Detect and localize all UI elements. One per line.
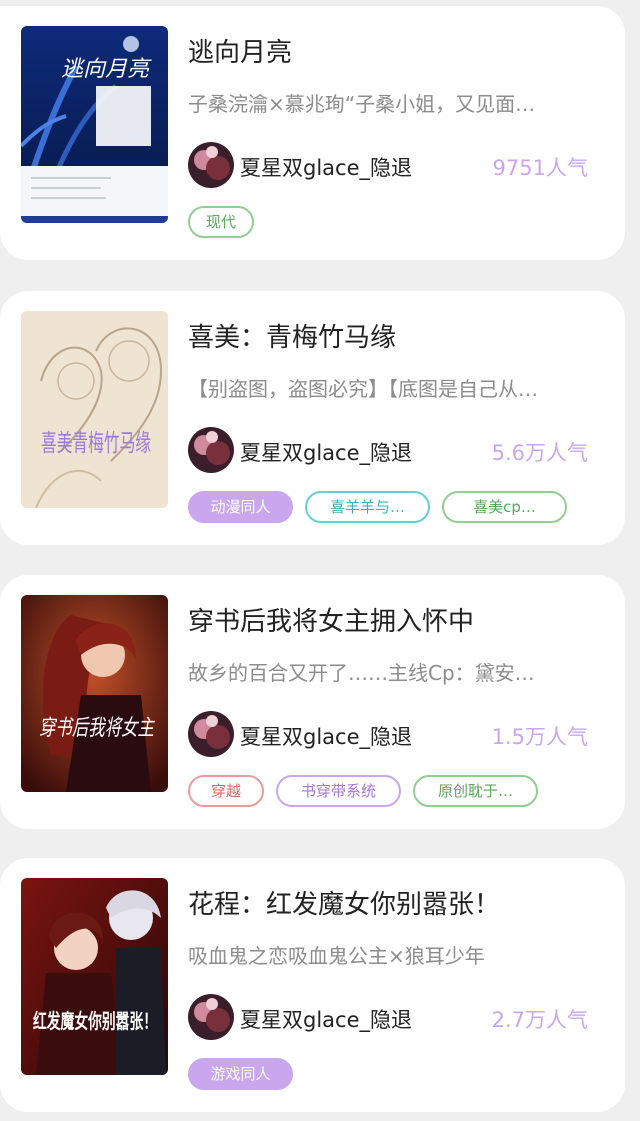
cover-title-text: 穿书后我将女主 (39, 716, 155, 741)
cover-title-text: 喜美青梅竹马缘 (41, 429, 151, 457)
book-card[interactable]: 红发魔女你别嚣张！ 花程：红发魔女你别嚣张！ 吸血鬼之恋吸血鬼公主×狼耳少年 夏… (0, 858, 625, 1112)
book-cover[interactable]: 喜美青梅竹马缘 (21, 311, 168, 508)
author-avatar[interactable] (188, 711, 234, 757)
book-description: 吸血鬼之恋吸血鬼公主×狼耳少年 (188, 944, 485, 968)
author-name[interactable]: 夏星双glace_隐退 (240, 721, 412, 751)
popularity-count: 5.6万人气 (491, 441, 588, 465)
book-card[interactable]: 喜美青梅竹马缘 喜美：青梅竹马缘 【别盗图，盗图必究】【底图是自己从… 夏星双g… (0, 291, 625, 545)
author-name[interactable]: 夏星双glace_隐退 (240, 1004, 412, 1034)
popularity-count: 1.5万人气 (491, 725, 588, 749)
author-row[interactable]: 夏星双glace_隐退 9751人气 (188, 142, 598, 188)
book-card[interactable]: 逃向月亮 逃向月亮 子桑浣瀹×慕兆珣“子桑小姐，又见面… 夏星双glace_隐退… (0, 6, 625, 260)
cover-image-night-leaves: 逃向月亮 (21, 26, 168, 223)
tag[interactable]: 喜羊羊与… (305, 491, 430, 523)
book-title[interactable]: 喜美：青梅竹马缘 (188, 317, 396, 354)
tag-list: 现代 (188, 206, 255, 238)
book-title[interactable]: 逃向月亮 (188, 32, 292, 69)
book-description: 子桑浣瀹×慕兆珣“子桑小姐，又见面… (188, 92, 536, 116)
book-feed: 逃向月亮 逃向月亮 子桑浣瀹×慕兆珣“子桑小姐，又见面… 夏星双glace_隐退… (0, 0, 640, 1121)
tag-list: 游戏同人 (188, 1058, 293, 1090)
book-cover[interactable]: 逃向月亮 (21, 26, 168, 223)
tag[interactable]: 现代 (188, 206, 255, 238)
cover-title-text: 逃向月亮 (61, 57, 152, 82)
author-avatar[interactable] (188, 427, 234, 473)
author-avatar[interactable] (188, 142, 234, 188)
book-description: 【别盗图，盗图必究】【底图是自己从… (188, 377, 538, 401)
tag-list: 动漫同人 喜羊羊与… 喜美cp… (188, 491, 567, 523)
author-name[interactable]: 夏星双glace_隐退 (240, 152, 412, 182)
tag[interactable]: 喜美cp… (442, 491, 567, 523)
cover-image-red-haired-girl: 穿书后我将女主 (21, 595, 168, 792)
author-name[interactable]: 夏星双glace_隐退 (240, 437, 412, 467)
cover-image-vampire-couple: 红发魔女你别嚣张！ (21, 878, 168, 1075)
book-description: 故乡的百合又开了……主线Cp：黛安… (188, 661, 535, 685)
book-card[interactable]: 穿书后我将女主 穿书后我将女主拥入怀中 故乡的百合又开了……主线Cp：黛安… 夏… (0, 575, 625, 829)
book-title[interactable]: 穿书后我将女主拥入怀中 (188, 601, 474, 638)
popularity-count: 2.7万人气 (491, 1008, 588, 1032)
book-cover[interactable]: 穿书后我将女主 (21, 595, 168, 792)
tag[interactable]: 穿越 (188, 775, 264, 807)
tag[interactable]: 动漫同人 (188, 491, 293, 523)
cover-title-text: 红发魔女你别嚣张！ (33, 1009, 157, 1033)
tag[interactable]: 游戏同人 (188, 1058, 293, 1090)
tag-list: 穿越 书穿带系统 原创耽于… (188, 775, 538, 807)
author-row[interactable]: 夏星双glace_隐退 5.6万人气 (188, 427, 598, 473)
popularity-count: 9751人气 (492, 156, 588, 180)
tag[interactable]: 书穿带系统 (276, 775, 401, 807)
book-cover[interactable]: 红发魔女你别嚣张！ (21, 878, 168, 1075)
author-row[interactable]: 夏星双glace_隐退 2.7万人气 (188, 994, 598, 1040)
cover-image-sketch: 喜美青梅竹马缘 (21, 311, 168, 508)
author-row[interactable]: 夏星双glace_隐退 1.5万人气 (188, 711, 598, 757)
author-avatar[interactable] (188, 994, 234, 1040)
book-title[interactable]: 花程：红发魔女你别嚣张！ (188, 884, 500, 921)
tag[interactable]: 原创耽于… (413, 775, 538, 807)
